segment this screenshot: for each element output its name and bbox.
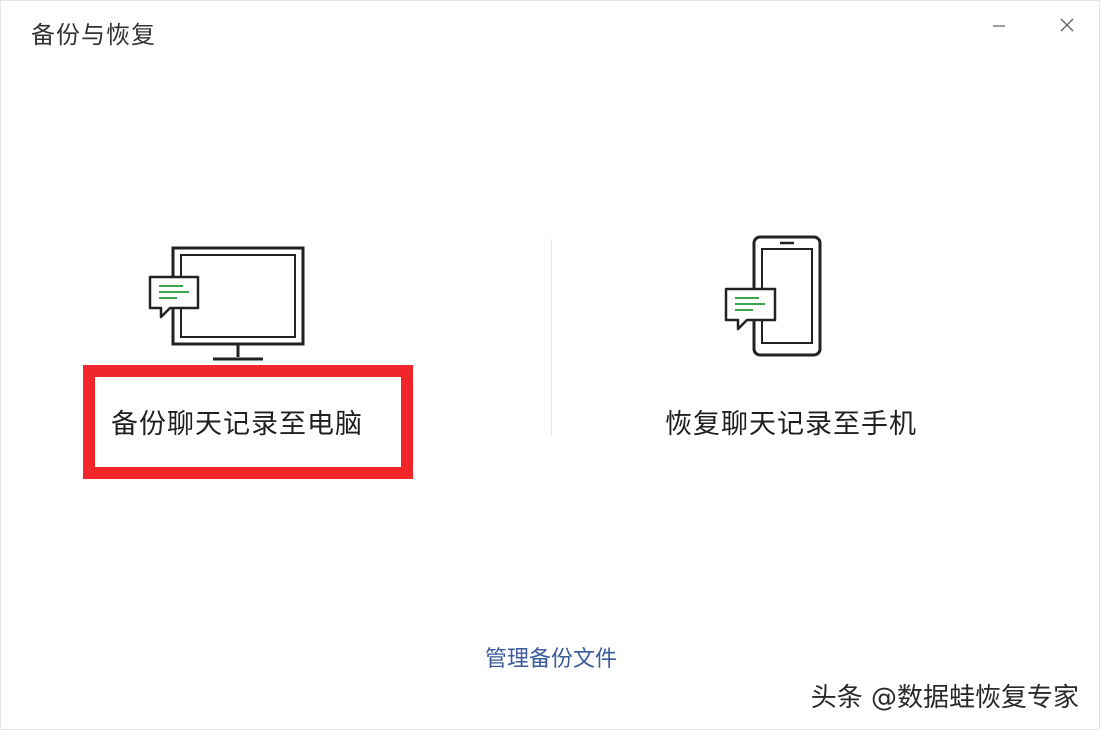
backup-to-pc-label: 备份聊天记录至电脑 bbox=[111, 409, 363, 440]
backup-to-pc-option[interactable]: 备份聊天记录至电脑 bbox=[79, 216, 419, 496]
window-title: 备份与恢复 bbox=[31, 21, 156, 49]
option-divider bbox=[551, 239, 552, 435]
monitor-chat-icon bbox=[79, 231, 419, 371]
minimize-button[interactable] bbox=[985, 11, 1013, 39]
minimize-icon bbox=[993, 25, 1005, 27]
backup-restore-window: 备份与恢复 备份聊天记录至电脑 恢复聊天记录至手机 管理备份文件 头条 @数据蛙… bbox=[0, 0, 1100, 730]
phone-chat-icon bbox=[621, 231, 961, 371]
restore-to-phone-label: 恢复聊天记录至手机 bbox=[665, 409, 917, 440]
close-icon bbox=[1060, 18, 1074, 32]
manage-backup-files-link[interactable]: 管理备份文件 bbox=[1, 641, 1100, 673]
restore-to-phone-option[interactable]: 恢复聊天记录至手机 bbox=[621, 216, 961, 496]
watermark-text: 头条 @数据蛙恢复专家 bbox=[810, 683, 1079, 713]
close-button[interactable] bbox=[1053, 11, 1081, 39]
